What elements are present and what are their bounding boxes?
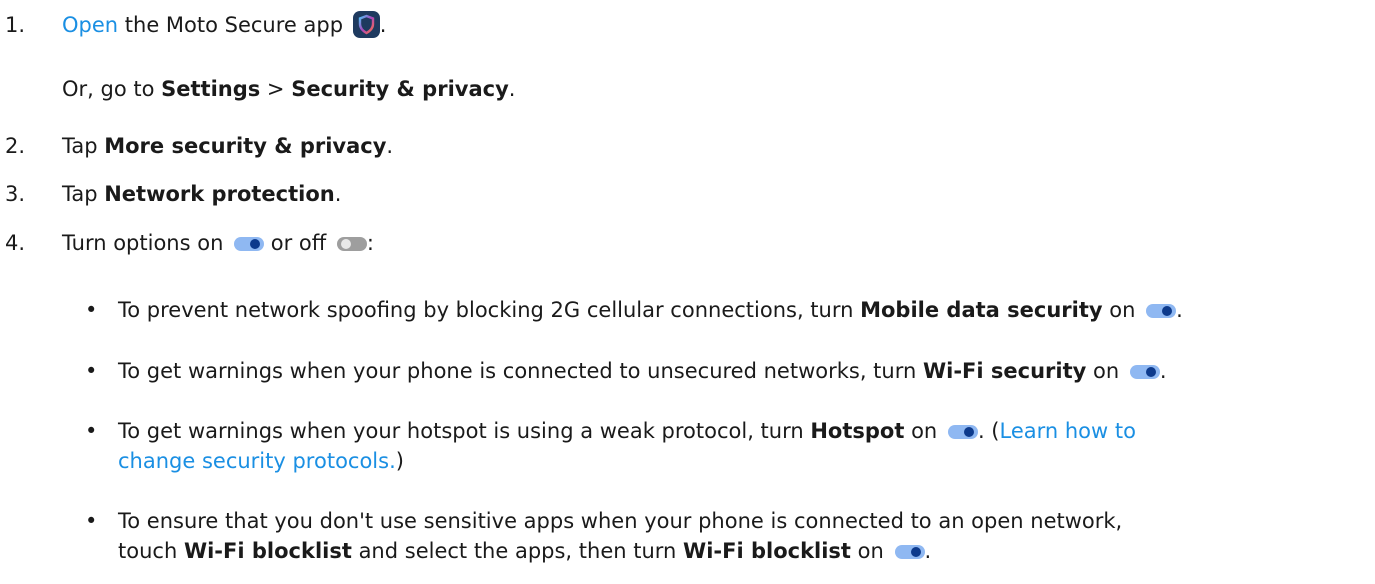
- network-protection-label: Network protection: [104, 182, 335, 206]
- learn-security-protocols-link[interactable]: change security protocols.: [118, 449, 396, 473]
- moto-secure-shield-icon: [352, 11, 380, 38]
- step-number: 2.: [5, 134, 26, 158]
- step-text: the Moto Secure app: [118, 13, 344, 37]
- toggle-on-icon: [1146, 304, 1177, 318]
- more-security-privacy-label: More security & privacy: [104, 134, 387, 158]
- step-number: 4.: [5, 231, 26, 255]
- mobile-data-security-label: Mobile data security: [860, 298, 1103, 322]
- toggle-on-icon: [234, 237, 265, 251]
- wifi-security-label: Wi-Fi security: [922, 359, 1087, 383]
- toggle-off-icon: [336, 237, 367, 251]
- bullet-dot: •: [85, 509, 98, 533]
- hotspot-label: Hotspot: [810, 419, 905, 443]
- wifi-blocklist-label: Wi-Fi blocklist: [183, 539, 352, 563]
- toggle-on-icon: [947, 425, 978, 439]
- toggle-on-icon: [894, 545, 925, 559]
- settings-label: Settings: [161, 77, 261, 101]
- wifi-blocklist-label: Wi-Fi blocklist: [683, 539, 851, 563]
- bullet-dot: •: [85, 419, 98, 443]
- step-number: 1.: [5, 13, 26, 37]
- toggle-on-icon: [1129, 365, 1160, 379]
- learn-security-protocols-link[interactable]: Learn how to: [999, 419, 1135, 443]
- open-link[interactable]: Open: [62, 13, 118, 37]
- security-privacy-label: Security & privacy: [291, 77, 509, 101]
- bullet-dot: •: [85, 359, 98, 383]
- bullet-dot: •: [85, 298, 98, 322]
- step-number: 3.: [5, 182, 26, 206]
